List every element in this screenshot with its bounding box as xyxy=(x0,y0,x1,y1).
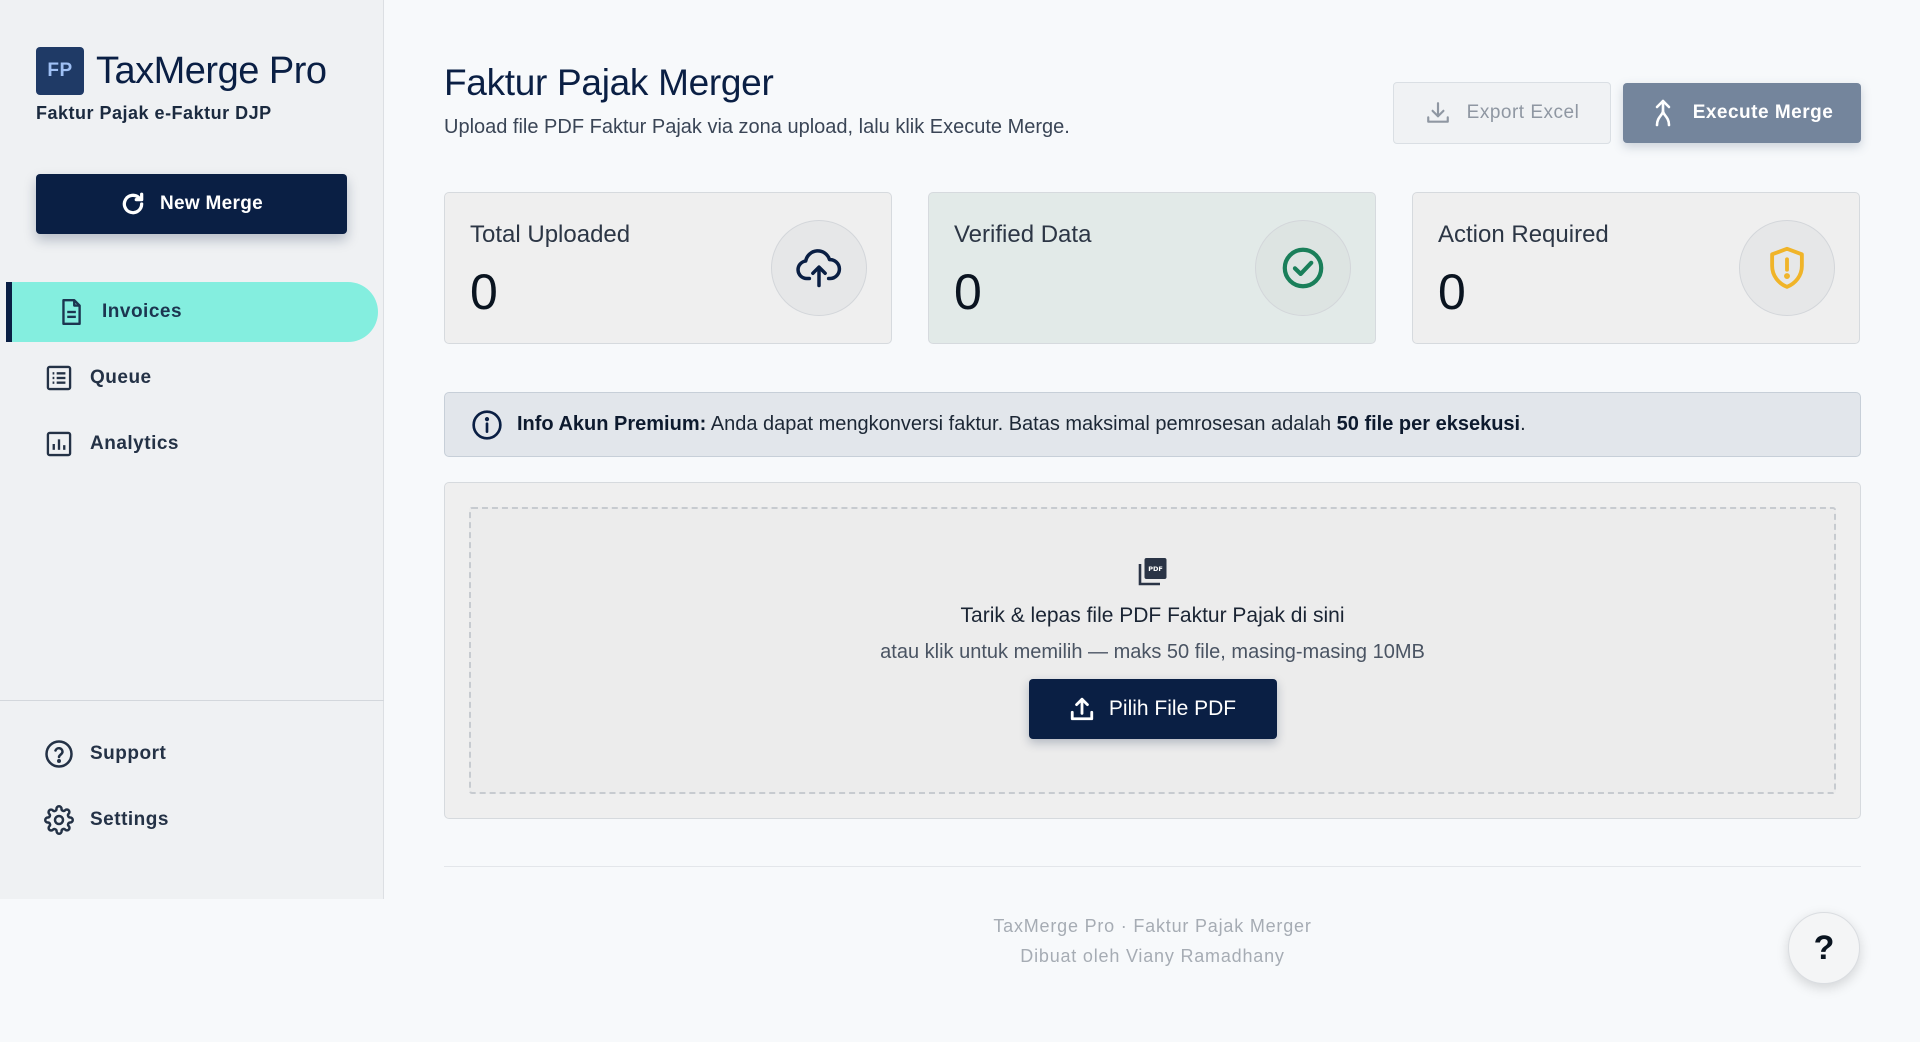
shield-alert-icon xyxy=(1739,220,1835,316)
sidebar-item-label: Queue xyxy=(90,367,152,388)
sidebar-item-support[interactable]: Support xyxy=(0,724,384,784)
stat-card-total-uploaded: Total Uploaded 0 xyxy=(444,192,892,344)
sidebar-item-label: Support xyxy=(90,743,167,764)
merge-icon xyxy=(1655,99,1670,127)
brand-subtitle: Faktur Pajak e-Faktur DJP xyxy=(36,103,272,123)
stat-value: 0 xyxy=(954,264,982,320)
footer-credit: Dibuat oleh Viany Ramadhany xyxy=(1020,946,1285,966)
sidebar-item-label: Analytics xyxy=(90,433,179,454)
stat-value: 0 xyxy=(1438,264,1466,320)
new-merge-button[interactable]: New Merge xyxy=(36,174,347,234)
stat-label: Verified Data xyxy=(954,221,1092,248)
info-message: Anda dapat mengkonversi faktur. Batas ma… xyxy=(706,413,1337,435)
document-icon xyxy=(56,297,86,327)
info-bold-prefix: Info Akun Premium: xyxy=(517,413,707,435)
stat-label: Action Required xyxy=(1438,221,1609,248)
info-bold-limit: 50 file per eksekusi xyxy=(1336,413,1521,435)
check-circle-icon xyxy=(1255,220,1351,316)
sidebar-bottom-nav: Support Settings xyxy=(0,724,384,856)
sidebar-item-label: Invoices xyxy=(102,301,183,322)
stat-card-action-required: Action Required 0 xyxy=(1412,192,1860,344)
list-icon xyxy=(44,363,74,393)
upload-icon xyxy=(1070,697,1094,721)
download-icon xyxy=(1426,102,1449,123)
upload-card: PDF Tarik & lepas file PDF Faktur Pajak … xyxy=(444,482,1861,819)
premium-info-banner: Info Akun Premium: Anda dapat mengkonver… xyxy=(444,392,1861,457)
sidebar-item-analytics[interactable]: Analytics xyxy=(0,414,384,474)
svg-text:PDF: PDF xyxy=(1148,565,1163,573)
sidebar-divider xyxy=(0,700,384,701)
stat-card-verified-data: Verified Data 0 xyxy=(928,192,1376,344)
page-title: Faktur Pajak Merger xyxy=(444,62,774,103)
sidebar-item-invoices[interactable]: Invoices xyxy=(6,282,378,342)
export-excel-label: Export Excel xyxy=(1466,102,1580,123)
chart-icon xyxy=(44,429,74,459)
gear-icon xyxy=(44,805,74,835)
page-subtitle: Upload file PDF Faktur Pajak via zona up… xyxy=(444,116,1070,138)
new-merge-label: New Merge xyxy=(159,193,263,214)
dropzone-subtitle: atau klik untuk memilih — maks 50 file, … xyxy=(880,641,1425,663)
help-fab-button[interactable]: ? xyxy=(1788,912,1860,984)
stat-label: Total Uploaded xyxy=(470,221,631,248)
pick-pdf-label: Pilih File PDF xyxy=(1108,697,1237,720)
footer-divider xyxy=(444,866,1861,867)
sidebar-item-settings[interactable]: Settings xyxy=(0,790,384,850)
pick-pdf-button[interactable]: Pilih File PDF xyxy=(1028,679,1277,739)
info-icon xyxy=(472,409,502,440)
info-text: Info Akun Premium: Anda dapat mengkonver… xyxy=(517,413,1526,436)
execute-merge-label: Execute Merge xyxy=(1692,102,1834,123)
sidebar: FP TaxMerge Pro Faktur Pajak e-Faktur DJ… xyxy=(0,0,384,899)
sidebar-nav: Invoices Queue Analytics xyxy=(0,282,384,480)
brand-logo: FP xyxy=(36,47,84,95)
sidebar-item-queue[interactable]: Queue xyxy=(0,348,384,408)
cloud-upload-icon xyxy=(771,220,867,316)
pdf-files-icon: PDF xyxy=(1136,556,1170,593)
sidebar-item-label: Settings xyxy=(90,809,169,830)
dropzone-title: Tarik & lepas file PDF Faktur Pajak di s… xyxy=(960,604,1345,627)
export-excel-button[interactable]: Export Excel xyxy=(1393,82,1611,144)
footer-app-name: TaxMerge Pro · Faktur Pajak Merger xyxy=(993,916,1312,936)
help-circle-icon xyxy=(44,739,74,769)
refresh-icon xyxy=(122,192,144,215)
pdf-dropzone[interactable]: PDF Tarik & lepas file PDF Faktur Pajak … xyxy=(469,507,1836,794)
info-suffix: . xyxy=(1520,413,1526,435)
brand-title: TaxMerge Pro xyxy=(96,49,327,92)
execute-merge-button[interactable]: Execute Merge xyxy=(1623,83,1861,143)
brand: FP TaxMerge Pro xyxy=(36,47,327,95)
stat-value: 0 xyxy=(470,264,498,320)
